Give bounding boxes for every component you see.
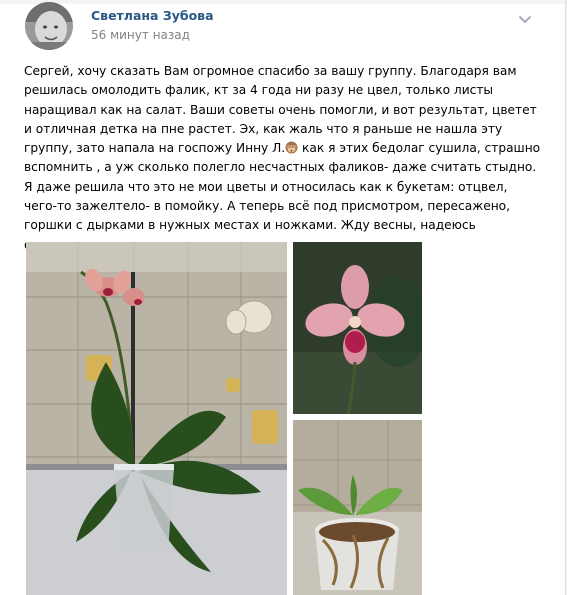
author-name[interactable]: Светлана Зубова (91, 8, 214, 23)
card-top-divider (0, 0, 565, 4)
author-avatar[interactable] (25, 2, 73, 50)
post-card: Светлана Зубова 56 минут назад Сергей, х… (0, 0, 566, 595)
see-no-evil-monkey-icon (285, 141, 298, 154)
post-text: Сергей, хочу сказать Вам огромное спасиб… (24, 62, 544, 255)
orchid-photo-kitchen[interactable] (26, 242, 287, 595)
chevron-down-icon[interactable] (518, 10, 532, 23)
orchid-keiki-pot-photo[interactable] (293, 420, 422, 595)
orchid-flower-closeup-photo[interactable] (293, 242, 422, 414)
post-text-part-2: как я этих бедолаг сушила, страшно вспом… (24, 141, 541, 251)
post-timestamp[interactable]: 56 минут назад (91, 28, 190, 42)
